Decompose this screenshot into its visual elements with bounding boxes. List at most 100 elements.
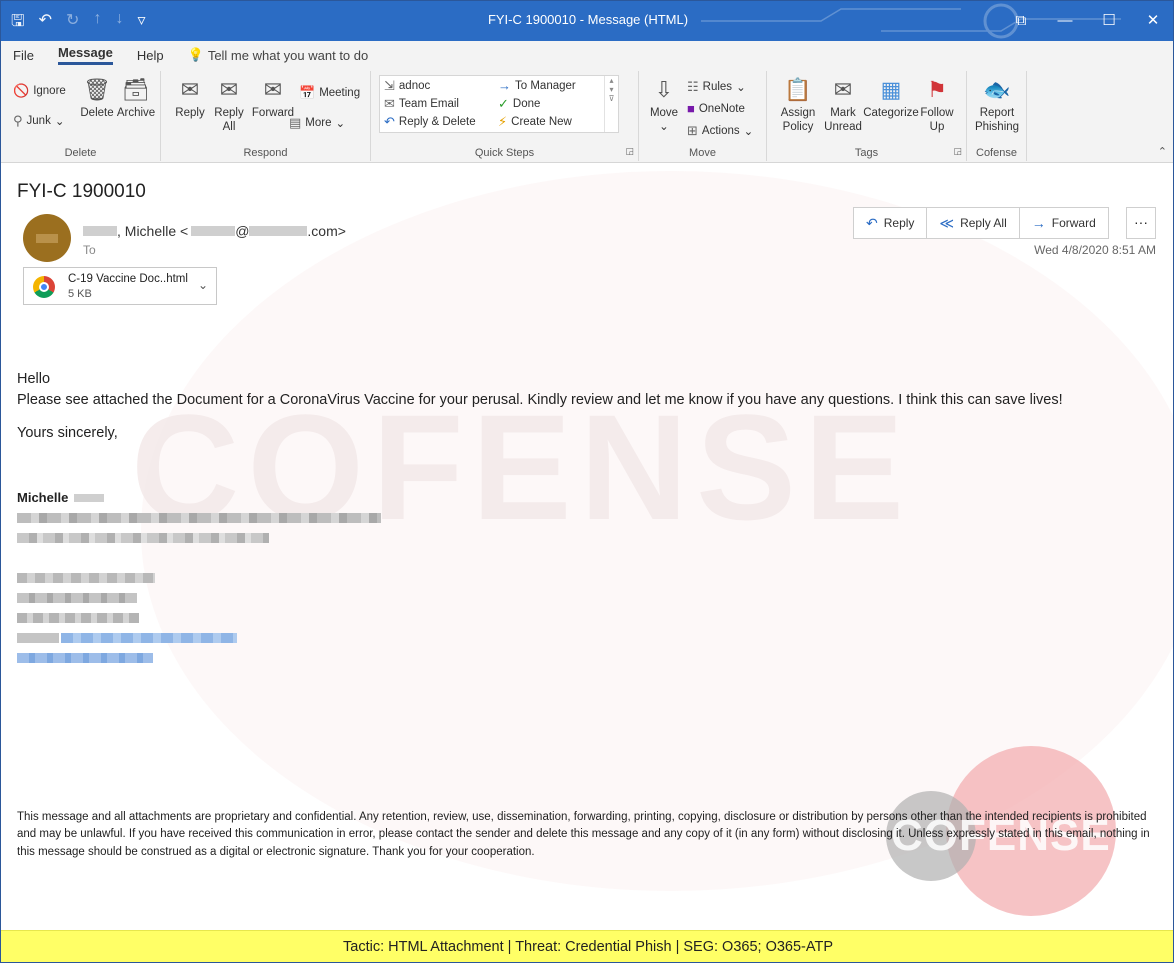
redacted-email-label [17,633,59,643]
title-bar: 🖫 ↶ ↻ ↑ ↓ ▿ FYI-C 1900010 - Message (HTM… [1,1,1173,41]
ignore-button[interactable]: 🚫 Ignore [13,83,66,99]
redacted-email-user [191,226,236,236]
unread-envelope-icon: ✉ [833,77,853,102]
threat-banner: Tactic: HTML Attachment | Threat: Creden… [1,930,1173,962]
attachment-dropdown-icon[interactable]: ⌄ [198,278,208,292]
junk-button[interactable]: ⚲ Junk ⌄ [13,113,64,129]
report-phishing-button[interactable]: 🐟 Report Phishing [971,77,1023,135]
to-label: To [83,243,96,257]
minimize-button[interactable]: — [1043,1,1087,41]
respond-group-label: Respond [243,147,288,159]
reply-button[interactable]: ✉ Reply [171,77,209,120]
chrome-icon [33,276,55,298]
lightbulb-icon: 💡 [187,47,204,62]
junk-icon: ⚲ [13,113,23,128]
delete-group-label: Delete [64,147,97,159]
reply-all-envelope-icon: ✉ [219,77,239,102]
redacted-email-link[interactable] [61,633,237,643]
move-to-folder-icon: ⇲ [384,78,395,93]
move-group-label: Move [689,147,716,159]
meeting-button[interactable]: 📅 Meeting [299,85,360,101]
reply-all-action-button[interactable]: ≪ Reply All [927,208,1020,238]
quick-step-adnoc[interactable]: ⇲ adnoc [384,78,430,94]
categorize-icon: ▦ [880,77,902,102]
menu-message[interactable]: Message [57,45,113,65]
received-date: Wed 4/8/2020 8:51 AM [1034,243,1156,257]
redacted-email-domain [249,226,308,236]
ribbon-group-delete: 🚫 Ignore ⚲ Junk ⌄ 🗑 Delete 🗃 Archive Delete [1,71,161,161]
ribbon-display-options-icon[interactable]: ⧉ [999,1,1043,41]
sender-line[interactable]: , Michelle < @ .com> [83,223,346,239]
window-controls: ⧉ — ☐ ✕ [999,1,1173,41]
calendar-icon: 📅 [299,85,316,100]
sender-avatar [23,214,71,262]
avatar-redaction [36,234,58,243]
tell-me-search[interactable]: Tell me what you want to do [208,48,368,63]
reply-all-arrow-icon: ≪ [939,214,955,231]
onenote-button[interactable]: ■ OneNote [687,101,745,116]
sender-at: @ [235,223,250,239]
reply-action-button[interactable]: ↶ Reply [854,208,928,238]
redacted-signature-title [17,513,381,523]
forward-arrow-icon: → [1031,215,1046,231]
menu-file[interactable]: File [13,48,34,63]
reply-arrow-icon: ↶ [866,214,878,231]
redacted-website-link[interactable] [17,653,153,663]
outlook-message-window: COFENSE 🖫 ↶ ↻ ↑ ↓ ▿ FYI-C 1900010 - Mess… [0,0,1174,963]
ribbon: 🚫 Ignore ⚲ Junk ⌄ 🗑 Delete 🗃 Archive Delete ✉… [1,69,1173,163]
maximize-button[interactable]: ☐ [1087,1,1131,41]
quick-steps-group-label: Quick Steps [474,147,535,159]
quick-step-to-manager[interactable]: → To Manager [498,78,576,93]
lightning-icon: ⚡ [498,114,508,129]
close-button[interactable]: ✕ [1131,1,1173,41]
menu-help[interactable]: Help [137,48,164,63]
quick-step-team-email[interactable]: ✉ Team Email [384,96,459,112]
follow-up-button[interactable]: ⚑ Follow Up [917,77,957,135]
body-text: Please see attached the Document for a C… [17,392,1063,409]
mark-unread-button[interactable]: ✉ Mark Unread [821,77,865,135]
rules-button[interactable]: ☷ Rules ⌄ [687,79,746,95]
menu-bar: File Message Help 💡 Tell me what you wan… [1,41,1173,69]
signature-name: Michelle [17,490,105,505]
archive-button[interactable]: 🗃 Archive [115,77,157,120]
redacted-signature-company [17,533,269,543]
more-actions-button[interactable]: ··· [1126,207,1156,239]
categorize-button[interactable]: ▦ Categorize [863,77,919,120]
rules-icon: ☷ [687,79,699,94]
more-icon: ▤ [289,115,302,130]
ribbon-group-tags: 📋 Assign Policy ✉ Mark Unread ▦ Categorize … [767,71,967,161]
quick-steps-gallery: ⇲ adnoc → To Manager ✉ Team Email ✓ Done ↶ Re… [379,75,619,133]
forward-button[interactable]: ✉ Forward [249,77,297,120]
onenote-icon: ■ [687,101,695,116]
body-closing: Yours sincerely, [17,425,118,442]
ribbon-group-move: ⇩ Move ⌄ ☷ Rules ⌄ ■ OneNote ⊞ Actions ⌄ Move [639,71,767,161]
attachment-size: 5 KB [68,288,92,300]
reply-arrow-icon: ↶ [384,114,395,129]
flag-icon: ⚑ [927,77,947,102]
trash-icon: 🗑 [83,77,111,102]
attachment-card[interactable]: C-19 Vaccine Doc..html 5 KB ⌄ [23,267,217,305]
forward-action-button[interactable]: → Forward [1020,208,1108,238]
tags-group-label: Tags [854,147,879,159]
quick-step-create-new[interactable]: ⚡ Create New [498,114,572,130]
quick-steps-scroll[interactable]: ▴ ▾ ⊽ [604,76,618,132]
move-button[interactable]: ⇩ Move ⌄ [645,77,683,135]
confidentiality-disclaimer: This message and all attachments are pro… [17,811,1150,858]
delete-button[interactable]: 🗑 Delete [77,77,117,120]
forward-envelope-icon: ✉ [263,77,283,102]
more-respond-button[interactable]: ▤ More ⌄ [289,115,345,131]
quick-step-done[interactable]: ✓ Done [498,96,540,112]
policy-icon: 📋 [784,77,812,102]
assign-policy-button[interactable]: 📋 Assign Policy [773,77,823,135]
redacted-address-line-2 [17,593,137,603]
message-subject: FYI-C 1900010 [17,181,146,202]
redacted-address-line-1 [17,573,155,583]
reply-all-button[interactable]: ✉ Reply All [209,77,249,135]
cofense-group-label: Cofense [976,147,1017,159]
checkmark-icon: ✓ [498,96,509,111]
collapse-ribbon-icon[interactable]: ⌃ [1158,145,1167,158]
quick-step-reply-delete[interactable]: ↶ Reply & Delete [384,114,476,130]
actions-button[interactable]: ⊞ Actions ⌄ [687,123,753,139]
phish-fish-icon: 🐟 [983,77,1011,102]
arrow-right-icon: → [498,78,511,93]
